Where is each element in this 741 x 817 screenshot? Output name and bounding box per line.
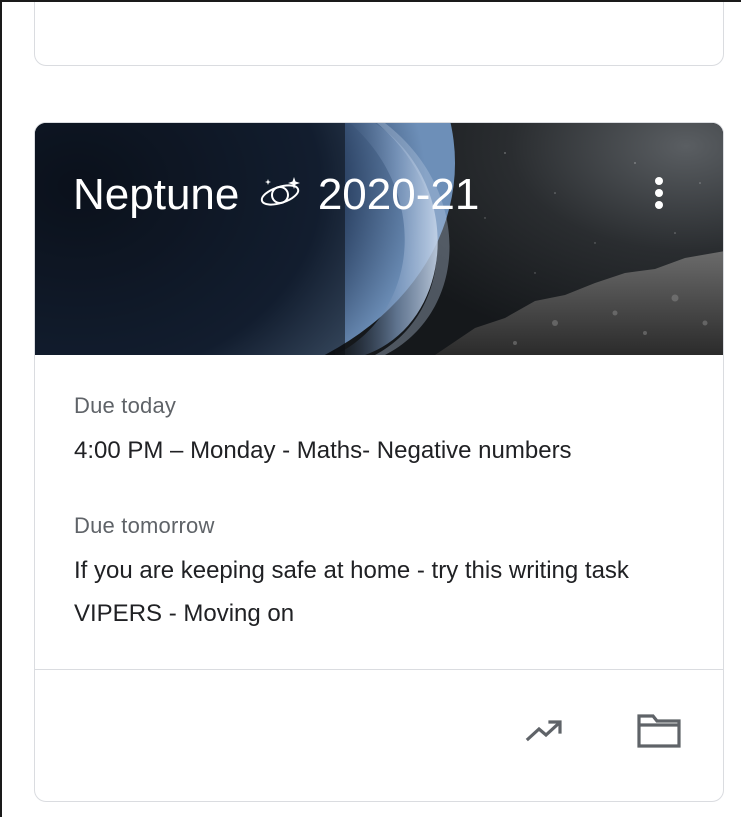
class-title-suffix: 2020-21 [317, 170, 480, 219]
class-card[interactable]: Neptune 2020-21 Due today 4:00 PM – Mond… [34, 122, 724, 802]
more-options-button[interactable] [631, 165, 687, 221]
assignment-link[interactable]: VIPERS - Moving on [74, 600, 294, 628]
assignment-link[interactable]: If you are keeping safe at home - try th… [74, 557, 629, 585]
sparkle-planet-icon [258, 173, 304, 213]
folder-icon[interactable] [631, 703, 687, 759]
due-tomorrow-heading: Due tomorrow [74, 513, 215, 538]
class-card-assignments: Due today 4:00 PM – Monday - Maths- Nega… [35, 355, 723, 669]
class-title[interactable]: Neptune 2020-21 [73, 169, 479, 221]
banner-artwork [35, 123, 723, 355]
window-border-left [0, 0, 2, 817]
page-viewport: Neptune 2020-21 Due today 4:00 PM – Mond… [0, 0, 741, 817]
trending-up-icon[interactable] [516, 703, 572, 759]
class-title-prefix: Neptune [73, 170, 240, 219]
assignment-link[interactable]: 4:00 PM – Monday - Maths- Negative numbe… [74, 437, 572, 465]
due-today-heading: Due today [74, 393, 177, 418]
class-card-actions [35, 670, 723, 801]
previous-class-card[interactable] [34, 0, 724, 66]
window-border-top [0, 0, 741, 2]
class-card-banner[interactable]: Neptune 2020-21 [35, 123, 723, 355]
